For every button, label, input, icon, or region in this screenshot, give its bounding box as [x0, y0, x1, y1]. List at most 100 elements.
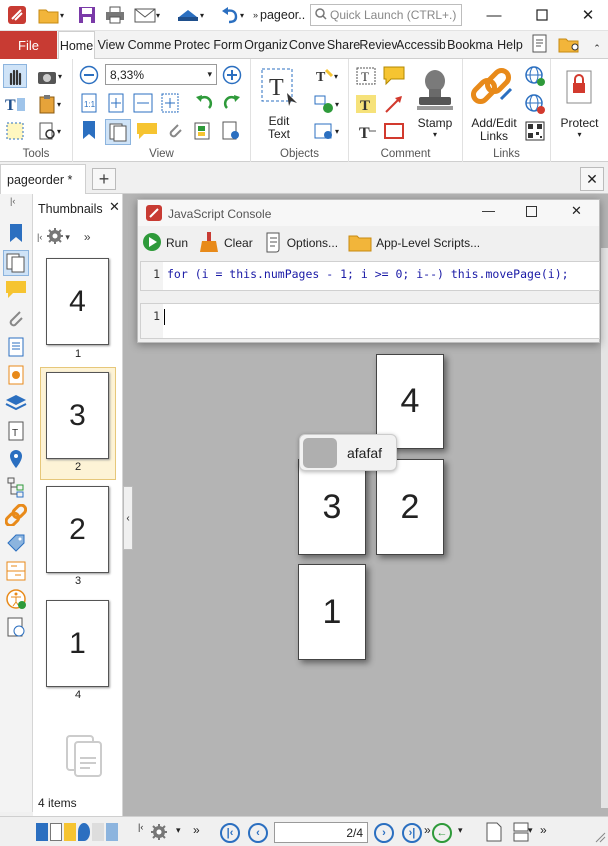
clipboard-icon[interactable]: ▾: [32, 92, 66, 116]
tags-icon[interactable]: [5, 532, 27, 554]
protect-icon[interactable]: [559, 65, 599, 113]
tab-comment[interactable]: Comme: [127, 31, 172, 59]
last-page-button[interactable]: ›|: [402, 823, 422, 843]
stamp-label[interactable]: Stamp: [411, 117, 459, 130]
close-panel-button[interactable]: ✕: [109, 199, 120, 215]
bookmark-tab-icon[interactable]: [36, 823, 48, 841]
undo-icon[interactable]: ▾: [214, 4, 250, 26]
canvas-page[interactable]: 3: [298, 459, 366, 555]
layers-icon[interactable]: [191, 119, 215, 143]
open-folder-icon[interactable]: ▾: [36, 4, 66, 26]
minimize-button[interactable]: —: [474, 0, 514, 30]
document-properties-icon[interactable]: [528, 33, 552, 55]
close-window-button[interactable]: ✕: [568, 0, 608, 30]
add-image-icon[interactable]: ▾: [307, 119, 345, 143]
email-icon[interactable]: ▾: [130, 4, 164, 26]
protect-label[interactable]: Protect: [551, 117, 608, 130]
thumbnails-pane-icon[interactable]: [3, 250, 29, 276]
new-tab-button[interactable]: +: [92, 168, 116, 190]
file-tab[interactable]: File: [0, 31, 57, 59]
print-icon[interactable]: [104, 4, 126, 26]
document-properties-pane-icon[interactable]: [5, 364, 27, 386]
layers-tab-icon[interactable]: [92, 823, 104, 841]
tab-accessibility[interactable]: Accessib: [397, 31, 445, 59]
first-page-button[interactable]: |‹: [220, 823, 240, 843]
hand-tool-icon[interactable]: [3, 64, 27, 88]
document-tab[interactable]: pageorder *: [0, 164, 86, 194]
more-icon[interactable]: »: [84, 230, 91, 244]
thumbnail-page[interactable]: 2: [46, 486, 109, 573]
output-pane[interactable]: 1: [140, 303, 600, 339]
zoom-in-icon[interactable]: [221, 64, 243, 86]
add-shape-icon[interactable]: ▾: [307, 92, 345, 116]
attachments-pane-icon[interactable]: [5, 308, 27, 330]
console-close-button[interactable]: ✕: [571, 203, 582, 219]
zoom-out-icon[interactable]: [78, 64, 100, 86]
app-level-scripts-button[interactable]: App-Level Scripts...: [348, 232, 480, 255]
collapse-arrow-icon[interactable]: |‹: [10, 196, 15, 206]
tab-convert[interactable]: Conve: [287, 31, 327, 59]
chevron-down-icon[interactable]: ▾: [176, 825, 181, 836]
attachments-icon[interactable]: [163, 119, 187, 143]
content-pane-icon[interactable]: T: [5, 420, 27, 442]
thumbnail-page[interactable]: 1: [46, 600, 109, 687]
typewriter-icon[interactable]: T: [353, 64, 379, 88]
tab-home[interactable]: Home: [58, 31, 95, 60]
tab-review[interactable]: Reviev: [360, 31, 397, 59]
save-icon[interactable]: [76, 4, 98, 26]
thumbnail-page[interactable]: 3: [46, 372, 109, 459]
destinations-icon[interactable]: [5, 448, 27, 470]
stamp-icon[interactable]: [411, 63, 459, 119]
text-box-icon[interactable]: T: [353, 92, 379, 116]
zoom-tool-icon[interactable]: ▾: [32, 119, 66, 143]
script-editor[interactable]: 1 for (i = this.numPages - 1; i >= 0; i-…: [140, 261, 600, 291]
thumbnails-view-icon[interactable]: [105, 119, 131, 145]
console-minimize-button[interactable]: —: [482, 203, 495, 218]
accessibility-check-icon[interactable]: [5, 588, 27, 610]
close-document-button[interactable]: ✕: [580, 167, 604, 191]
scan-icon[interactable]: ▾: [170, 4, 210, 26]
ribbon-collapse-icon[interactable]: ⌃: [590, 37, 604, 59]
zoom-select[interactable]: 8,33% ▾: [105, 64, 217, 85]
comments-pane-icon[interactable]: [135, 119, 159, 143]
panel-splitter-handle[interactable]: ‹: [123, 486, 133, 550]
app-logo-icon[interactable]: [6, 4, 28, 26]
tab-share[interactable]: Share: [327, 31, 360, 59]
snapshot-icon[interactable]: ▾: [32, 64, 66, 88]
more-icon[interactable]: »: [424, 823, 431, 837]
tab-view[interactable]: View: [96, 31, 126, 59]
stamp-dropdown-icon[interactable]: ▾: [411, 130, 459, 139]
chevron-down-icon[interactable]: ▾: [458, 825, 463, 836]
collapse-arrow-icon[interactable]: |‹: [138, 822, 143, 832]
thumbnail-tab-icon[interactable]: [50, 823, 62, 841]
rotate-right-icon[interactable]: [221, 92, 243, 114]
next-page-button[interactable]: ›: [374, 823, 394, 843]
tab-help[interactable]: Help: [496, 31, 524, 59]
page-number-input[interactable]: 2/4: [274, 822, 368, 843]
add-edit-links-label[interactable]: Add/Edit Links: [465, 117, 523, 143]
thumbnail-page[interactable]: 4: [46, 258, 109, 345]
tab-form[interactable]: Form: [212, 31, 244, 59]
compare-icon[interactable]: [5, 560, 27, 582]
previous-page-button[interactable]: ‹: [248, 823, 268, 843]
rectangle-icon[interactable]: [381, 119, 407, 143]
arrow-line-icon[interactable]: [381, 92, 407, 116]
fit-visible-icon[interactable]: [159, 92, 181, 114]
select-annotation-icon[interactable]: [3, 119, 27, 143]
gear-icon[interactable]: [45, 226, 65, 248]
qr-code-icon[interactable]: [523, 119, 547, 143]
comments-list-icon[interactable]: [5, 280, 27, 302]
comment-tab-icon[interactable]: [64, 823, 76, 841]
remove-link-globe-icon[interactable]: [523, 92, 547, 116]
canvas-page[interactable]: 2: [376, 459, 444, 555]
console-maximize-button[interactable]: [526, 206, 537, 220]
layers-pane-icon[interactable]: [5, 392, 27, 414]
back-view-button[interactable]: ←: [432, 823, 452, 843]
more-icon[interactable]: »: [193, 823, 200, 837]
add-link-globe-icon[interactable]: [523, 64, 547, 88]
links-pane-icon[interactable]: [4, 503, 28, 528]
note-icon[interactable]: [381, 64, 407, 88]
bookmark-icon[interactable]: [78, 119, 100, 141]
single-page-icon[interactable]: [486, 822, 502, 845]
callout-icon[interactable]: T: [353, 119, 379, 143]
